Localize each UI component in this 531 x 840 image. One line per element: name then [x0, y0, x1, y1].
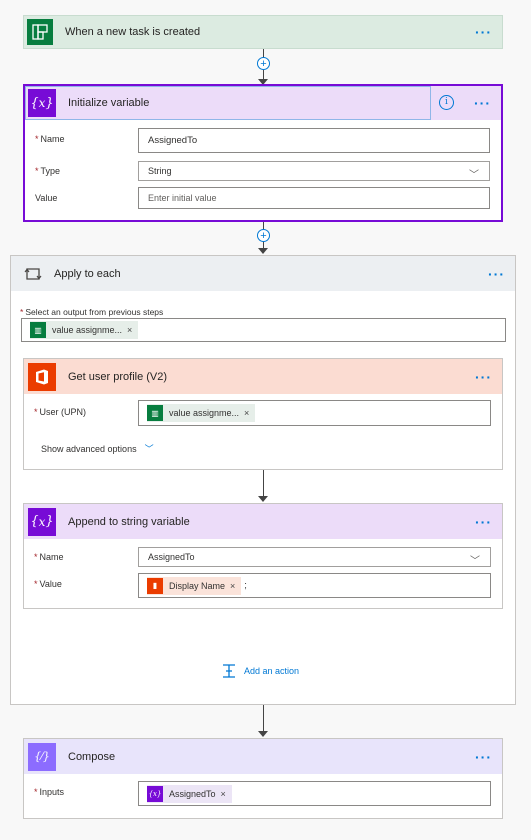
variable-icon: {x}	[28, 89, 56, 117]
select-output-label: * Select an output from previous steps	[20, 307, 164, 317]
insert-step-plus-icon[interactable]: +	[257, 57, 270, 70]
user-upn-input[interactable]: ▥ value assignme... ×	[138, 400, 491, 426]
chevron-down-icon: ﹀	[144, 444, 154, 454]
value-label: * Value	[34, 579, 62, 589]
variable-value-input[interactable]: Enter initial value	[138, 187, 490, 209]
trigger-card[interactable]: When a new task is created ···	[23, 15, 503, 49]
append-variable-title: Append to string variable	[68, 515, 190, 528]
dynamic-content-token[interactable]: ▥ value assignme... ×	[30, 321, 139, 339]
compose-card[interactable]: {⁄} Compose ··· * Inputs {x} AssignedTo ×	[23, 738, 503, 819]
get-profile-card[interactable]: Get user profile (V2) ··· * User (UPN) ▥ …	[23, 358, 503, 470]
show-advanced-options-button[interactable]: Show advanced options ﹀	[41, 442, 154, 455]
variable-icon: {x}	[28, 507, 56, 536]
remove-token-icon[interactable]: ×	[127, 325, 132, 335]
office-icon	[28, 362, 56, 391]
insert-step-plus-icon[interactable]: +	[257, 229, 270, 242]
chevron-down-icon: ﹀	[469, 170, 479, 181]
variable-name-select[interactable]: AssignedTo ﹀	[138, 547, 491, 567]
more-options-icon[interactable]: ···	[488, 266, 505, 282]
type-label: * Type	[35, 166, 61, 176]
remove-token-icon[interactable]: ×	[230, 581, 235, 591]
planner-icon: ▥	[147, 405, 163, 421]
add-action-button[interactable]: Add an action	[222, 664, 299, 678]
trigger-title: When a new task is created	[65, 26, 201, 38]
more-options-icon[interactable]: ···	[475, 514, 492, 530]
append-value-input[interactable]: ▮ Display Name × ;	[138, 573, 491, 598]
variable-name-input[interactable]: AssignedTo	[138, 128, 490, 153]
dynamic-content-token[interactable]: {x} AssignedTo ×	[147, 784, 232, 803]
dynamic-content-token[interactable]: ▮ Display Name ×	[147, 576, 242, 595]
more-options-icon[interactable]: ···	[475, 24, 492, 40]
get-profile-title: Get user profile (V2)	[68, 370, 168, 383]
compose-icon: {⁄}	[28, 742, 56, 771]
value-label: Value	[35, 193, 58, 203]
remove-token-icon[interactable]: ×	[244, 408, 249, 418]
more-options-icon[interactable]: ···	[474, 95, 491, 111]
compose-title: Compose	[68, 750, 116, 763]
connector-arrow	[258, 496, 268, 502]
variable-icon: {x}	[147, 785, 163, 802]
connector-arrow	[258, 731, 268, 737]
apply-each-title: Apply to each	[54, 267, 121, 280]
loop-icon	[19, 260, 47, 288]
append-variable-card[interactable]: {x} Append to string variable ··· * Name …	[23, 503, 503, 609]
select-output-input[interactable]: ▥ value assignme... ×	[21, 318, 506, 342]
value-suffix: ;	[244, 580, 247, 591]
more-options-icon[interactable]: ···	[475, 749, 492, 765]
chevron-down-icon: ﹀	[470, 556, 480, 567]
init-variable-title: Initialize variable	[68, 97, 150, 109]
inputs-label: * Inputs	[34, 787, 65, 797]
compose-inputs-field[interactable]: {x} AssignedTo ×	[138, 781, 491, 806]
name-label: * Name	[35, 134, 65, 144]
planner-icon	[27, 19, 53, 45]
more-options-icon[interactable]: ···	[475, 369, 492, 385]
office-icon: ▮	[147, 577, 163, 594]
dynamic-content-token[interactable]: ▥ value assignme... ×	[147, 404, 256, 422]
name-label: * Name	[34, 552, 64, 562]
init-variable-card[interactable]: {x} Initialize variable i ··· * Name Assi…	[23, 84, 503, 222]
add-action-icon	[222, 664, 236, 678]
connector-arrow	[258, 248, 268, 254]
user-upn-label: * User (UPN)	[34, 407, 87, 417]
variable-type-select[interactable]: String ﹀	[138, 161, 490, 181]
remove-token-icon[interactable]: ×	[221, 789, 226, 799]
planner-icon: ▥	[30, 322, 46, 338]
info-icon[interactable]: i	[439, 95, 454, 110]
